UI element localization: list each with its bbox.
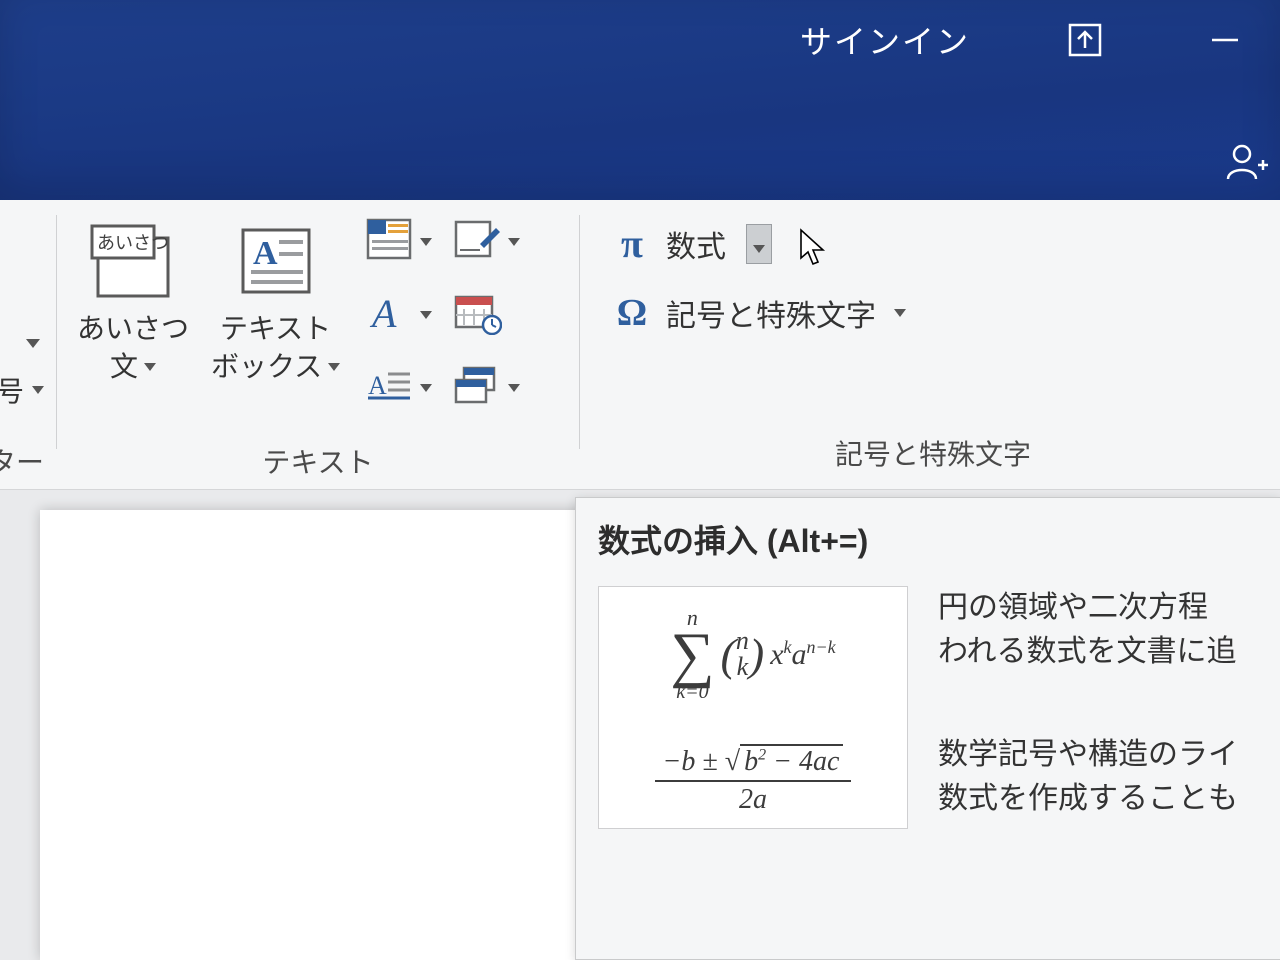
separator	[56, 215, 57, 449]
tooltip-equation-insert: 数式の挿入 (Alt+=) n ∑ k=0 ( nk ) xkan−k −b ±…	[575, 497, 1280, 960]
equation-label: 数式	[666, 222, 726, 266]
textbox-label-1: テキスト	[220, 313, 331, 345]
chevron-down-icon	[420, 311, 432, 319]
box-arrow-up-icon	[1063, 18, 1107, 62]
tooltip-title: 数式の挿入 (Alt+=)	[598, 516, 1280, 562]
ribbon-display-options-button[interactable]	[1060, 15, 1110, 65]
tooltip-desc-2: われる数式を文書に追	[938, 630, 1238, 674]
minimize-button[interactable]	[1200, 15, 1250, 65]
pi-icon: π	[608, 220, 656, 267]
equation-quadratic: −b ± √b2 − 4ac 2a	[613, 744, 893, 818]
ribbon: 番号 ッター あいさつ あいさつ 文	[0, 200, 1280, 490]
chevron-down-icon	[420, 384, 432, 392]
share-button[interactable]	[1224, 139, 1270, 190]
equation-preview: n ∑ k=0 ( nk ) xkan−k −b ± √b2 − 4ac 2a	[598, 586, 908, 829]
greeting-label-1: あいさつ	[77, 313, 189, 345]
object-button[interactable]	[448, 360, 524, 415]
svg-text:A: A	[369, 291, 397, 335]
chevron-down-icon	[508, 238, 520, 246]
chevron-down-icon	[144, 363, 156, 371]
omega-icon: Ω	[608, 291, 656, 335]
ribbon-group-partial-left: 番号 ッター	[0, 200, 50, 489]
greeting-label-2: 文	[110, 351, 138, 383]
person-add-icon	[1224, 139, 1270, 185]
chevron-down-icon	[420, 238, 432, 246]
svg-text:A: A	[368, 371, 387, 400]
number-label: 番号	[0, 370, 24, 410]
wordart-button[interactable]: A	[360, 287, 436, 342]
chevron-down-icon	[32, 386, 44, 394]
date-time-button[interactable]	[448, 287, 524, 342]
svg-text:あいさつ: あいさつ	[97, 233, 169, 253]
svg-text:A: A	[253, 235, 278, 272]
equation-binomial: n ∑ k=0 ( nk ) xkan−k	[613, 607, 893, 702]
dropcap-icon: A	[364, 362, 414, 413]
symbol-button[interactable]: Ω 記号と特殊文字	[600, 287, 914, 339]
number-button[interactable]	[22, 337, 44, 350]
greeting-button[interactable]: あいさつ あいさつ 文	[69, 210, 197, 383]
chevron-down-icon	[508, 384, 520, 392]
quick-parts-button[interactable]	[360, 214, 436, 269]
title-bar: サインイン	[0, 0, 1280, 200]
tooltip-desc-3: 数学記号や構造のライ	[938, 733, 1238, 777]
tooltip-description: 円の領域や二次方程 われる数式を文書に追 数学記号や構造のライ 数式を作成するこ…	[938, 586, 1238, 820]
mouse-cursor	[798, 228, 830, 278]
symbol-label: 記号と特殊文字	[666, 291, 876, 335]
minimize-icon	[1203, 18, 1247, 62]
signature-line-button[interactable]	[448, 214, 524, 269]
chevron-down-icon	[753, 245, 765, 253]
tooltip-desc-1: 円の領域や二次方程	[938, 586, 1238, 630]
quick-parts-icon	[364, 216, 414, 267]
object-icon	[452, 362, 502, 413]
textbox-icon: A	[231, 216, 321, 307]
separator	[579, 215, 580, 449]
ribbon-group-symbols: π 数式 Ω 記号と特殊文字 記号と特殊文字	[586, 200, 1280, 489]
chevron-down-icon	[328, 363, 340, 371]
title-actions: サインイン	[800, 15, 1250, 65]
group-label-symbols: 記号と特殊文字	[586, 433, 1280, 473]
date-time-icon	[452, 289, 502, 340]
dropcap-button[interactable]: A	[360, 360, 436, 415]
equation-button[interactable]: π 数式	[600, 216, 914, 271]
ribbon-group-text: あいさつ あいさつ 文 A	[63, 200, 573, 489]
equation-dropdown[interactable]	[746, 224, 772, 264]
textbox-button[interactable]: A テキスト ボックス	[203, 210, 348, 383]
group-label-partial: ッター	[0, 441, 44, 481]
chevron-down-icon	[26, 339, 40, 348]
tooltip-desc-4: 数式を作成することも	[938, 777, 1238, 821]
textbox-label-2: ボックス	[211, 351, 322, 383]
greeting-icon: あいさつ	[88, 216, 178, 307]
group-label-text: テキスト	[262, 441, 373, 481]
wordart-icon: A	[364, 289, 414, 340]
signin-button[interactable]: サインイン	[800, 17, 970, 63]
chevron-down-icon	[894, 309, 906, 317]
signature-icon	[452, 216, 502, 267]
